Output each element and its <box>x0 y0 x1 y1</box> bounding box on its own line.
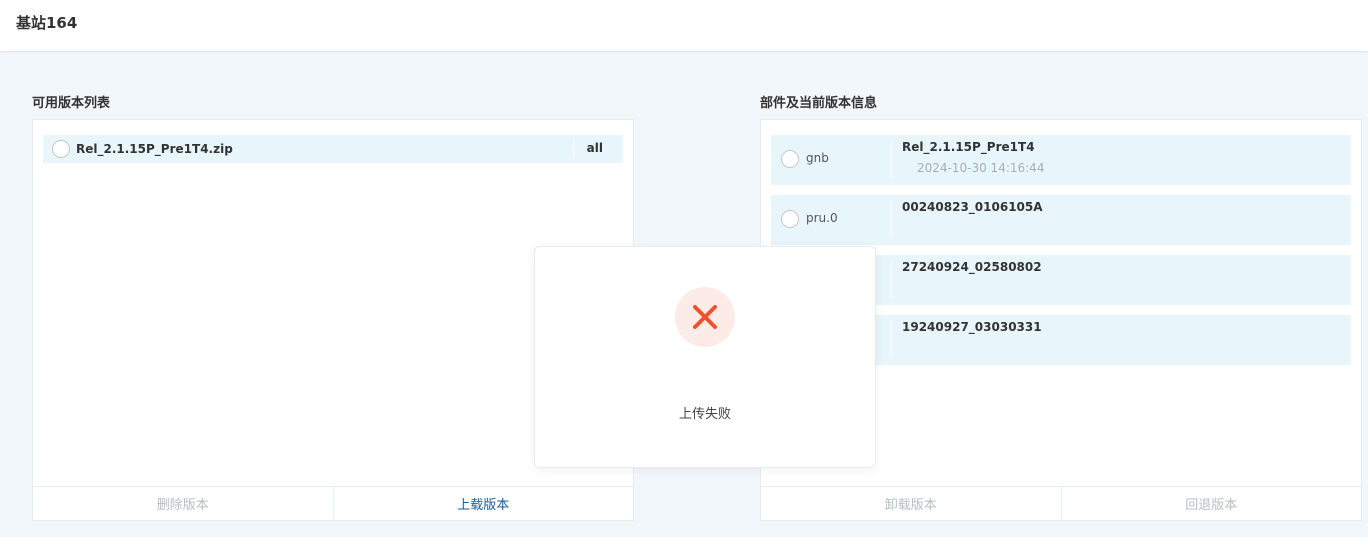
version-list-item[interactable]: Rel_2.1.15P_Pre1T4.zip all <box>43 135 623 163</box>
left-panel-footer: 删除版本 上载版本 <box>33 486 633 520</box>
rollback-version-button[interactable]: 回退版本 <box>1060 487 1362 520</box>
version-name: Rel_2.1.15P_Pre1T4.zip <box>76 142 233 156</box>
components-info-title: 部件及当前版本信息 <box>760 96 878 111</box>
component-version: 19240927_03030331 <box>902 320 1042 334</box>
component-name: pru.0 <box>806 211 838 225</box>
component-version: 27240924_02580802 <box>902 260 1042 274</box>
component-name: gnb <box>806 151 829 165</box>
component-row-gnb[interactable]: gnb Rel_2.1.15P_Pre1T4 2024-10-30 14:16:… <box>771 135 1351 185</box>
dialog-message: 上传失败 <box>678 407 731 422</box>
component-row-pru[interactable]: pru.0 00240823_0106105A <box>771 195 1351 245</box>
version-tag: all <box>586 141 603 155</box>
error-x-icon <box>675 287 735 347</box>
upload-failed-dialog: 上传失败 <box>534 246 876 468</box>
unload-version-button[interactable]: 卸载版本 <box>761 487 1061 520</box>
divider <box>891 200 892 238</box>
component-radio[interactable] <box>781 150 799 168</box>
page-title: 基站164 <box>16 14 78 32</box>
component-version: Rel_2.1.15P_Pre1T4 <box>902 140 1035 154</box>
component-time: 2024-10-30 14:16:44 <box>917 161 1045 175</box>
header-bar: 基站164 <box>0 0 1368 52</box>
available-versions-title: 可用版本列表 <box>32 96 111 111</box>
divider <box>891 140 892 178</box>
component-radio[interactable] <box>781 210 799 228</box>
component-version: 00240823_0106105A <box>902 200 1043 214</box>
delete-version-button[interactable]: 删除版本 <box>33 487 333 520</box>
version-radio[interactable] <box>52 140 70 158</box>
divider <box>891 260 892 298</box>
right-panel-footer: 卸载版本 回退版本 <box>761 486 1361 520</box>
divider <box>573 140 574 158</box>
divider <box>891 320 892 358</box>
upload-version-button[interactable]: 上载版本 <box>332 487 634 520</box>
